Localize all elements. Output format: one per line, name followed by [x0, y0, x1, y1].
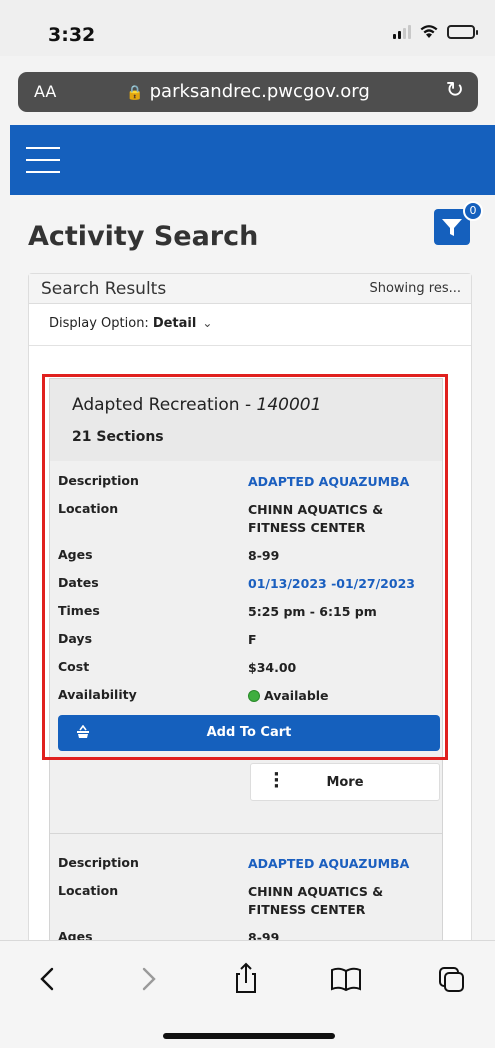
status-icons [393, 24, 478, 39]
add-to-cart-label: Add To Cart [206, 725, 292, 740]
description-label: Description [58, 473, 139, 488]
url-display[interactable]: 🔒 parksandrec.pwcgov.org [18, 81, 478, 102]
display-option-select[interactable]: Display Option: Detail ⌄ [49, 316, 212, 331]
results-showing-text: Showing res... [369, 281, 461, 296]
ages-label: Ages [58, 547, 93, 562]
add-to-cart-button[interactable]: Add To Cart [58, 715, 440, 751]
status-bar: 3:32 [0, 0, 495, 56]
availability-label: Availability [58, 687, 137, 702]
filter-count-badge: 0 [463, 201, 483, 221]
activity-card-header: Adapted Recreation - 140001 21 Sections [50, 379, 442, 461]
filter-icon [442, 219, 462, 236]
location-label: Location [58, 501, 119, 516]
more-label: More [326, 775, 364, 790]
forward-button[interactable] [128, 959, 168, 999]
bookmarks-button[interactable] [326, 959, 366, 999]
more-button[interactable]: · · · More [250, 763, 440, 801]
reload-icon[interactable]: ↻ [446, 78, 464, 103]
display-option-value: Detail [152, 316, 197, 331]
section-separator [50, 833, 442, 834]
display-option-row[interactable]: Display Option: Detail ⌄ [29, 304, 471, 346]
dates-label: Dates [58, 575, 99, 590]
page-title: Activity Search [28, 221, 259, 252]
results-header: Search Results Showing res... [29, 274, 471, 304]
cellular-signal-icon [393, 24, 411, 39]
tabs-button[interactable] [432, 959, 472, 999]
site-nav-bar [10, 125, 495, 195]
search-results-panel: Search Results Showing res... Display Op… [28, 273, 472, 940]
browser-toolbar [0, 940, 495, 1048]
description-link[interactable]: ADAPTED AQUAZUMBA [248, 855, 438, 873]
times-value: 5:25 pm - 6:15 pm [248, 604, 377, 619]
status-time: 3:32 [48, 24, 96, 46]
tabs-icon [439, 967, 464, 992]
cost-value: $34.00 [248, 660, 297, 675]
share-button[interactable] [226, 959, 266, 999]
available-status-icon [248, 690, 260, 702]
url-bar[interactable]: AA 🔒 parksandrec.pwcgov.org ↻ [18, 72, 478, 112]
url-text: parksandrec.pwcgov.org [149, 81, 370, 102]
ages-label: Ages [58, 929, 93, 940]
description-link[interactable]: ADAPTED AQUAZUMBA [248, 473, 438, 491]
days-value: F [248, 632, 257, 647]
location-value: CHINN AQUATICS & FITNESS CENTER [248, 884, 384, 917]
chevron-right-icon [142, 967, 156, 991]
home-indicator [163, 1033, 335, 1039]
activity-title: Adapted Recreation - 140001 [72, 395, 321, 415]
wifi-icon [420, 25, 438, 38]
availability-text: Available [264, 688, 329, 703]
cost-label: Cost [58, 659, 90, 674]
description-label: Description [58, 855, 139, 870]
share-icon [236, 962, 256, 993]
days-label: Days [58, 631, 93, 646]
times-label: Times [58, 603, 100, 618]
activity-name: Adapted Recreation - [72, 395, 257, 415]
page-content: Activity Search 0 Search Results Showing… [10, 195, 495, 940]
location-value: CHINN AQUATICS & FITNESS CENTER [248, 502, 384, 535]
dates-link[interactable]: 01/13/2023 -01/27/2023 [248, 575, 438, 593]
ages-value: 8-99 [248, 930, 280, 940]
battery-icon [447, 24, 478, 39]
results-title: Search Results [41, 279, 167, 299]
lock-icon: 🔒 [126, 85, 144, 101]
hamburger-menu-icon[interactable] [26, 147, 60, 173]
sections-count: 21 Sections [72, 429, 164, 445]
chevron-down-icon: ⌄ [202, 316, 213, 330]
availability-value: Available [248, 687, 438, 705]
location-label: Location [58, 883, 119, 898]
activity-card: Adapted Recreation - 140001 21 Sections … [49, 378, 443, 940]
display-option-label: Display Option: [49, 316, 149, 331]
book-icon [331, 967, 361, 992]
chevron-left-icon [40, 967, 54, 991]
ages-value: 8-99 [248, 548, 280, 563]
activity-code: 140001 [256, 395, 322, 415]
back-button[interactable] [28, 959, 68, 999]
